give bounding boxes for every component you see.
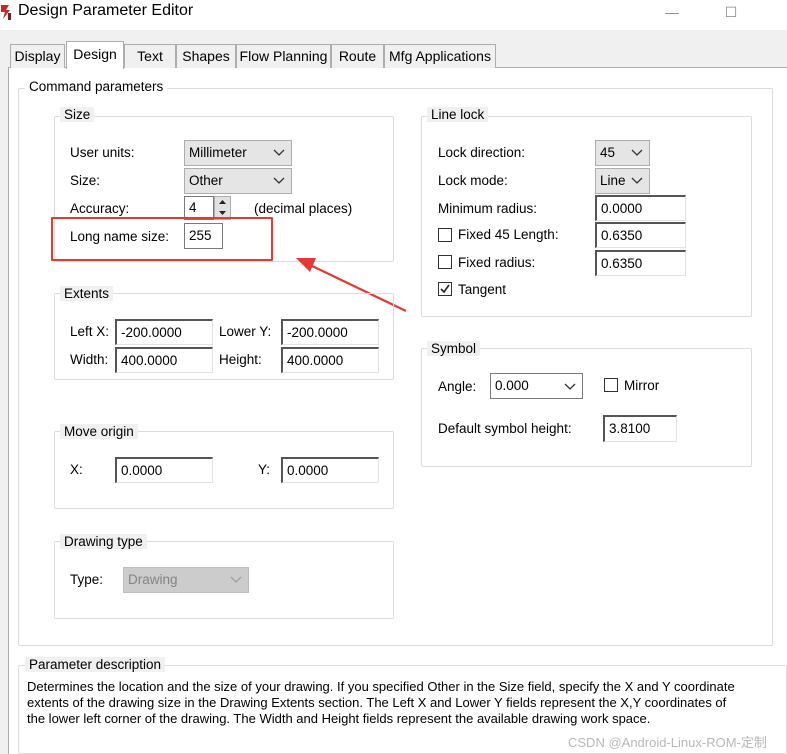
fixed-45-input[interactable]: 0.6350 [595, 222, 686, 248]
lock-mode-value: Line [600, 173, 626, 188]
command-parameters-label: Command parameters [25, 79, 168, 94]
mirror-checkbox[interactable] [604, 378, 618, 392]
tangent-label: Tangent [458, 282, 507, 297]
fixed-45-label: Fixed 45 Length: [458, 227, 559, 242]
tab-mfg-applications[interactable]: Mfg Applications [384, 44, 496, 68]
height-input[interactable]: 400.0000 [281, 347, 379, 373]
extents-group-label: Extents [60, 286, 114, 301]
tab-text[interactable]: Text [124, 44, 176, 68]
description-line: the lower left corner of the drawing. Th… [27, 711, 651, 726]
tab-route[interactable]: Route [331, 44, 384, 68]
angle-value: 0.000 [495, 378, 529, 393]
origin-x-label: X: [70, 462, 83, 477]
tab-design[interactable]: Design [66, 41, 124, 69]
width-input[interactable]: 400.0000 [115, 347, 213, 373]
drawing-type-select: Drawing [123, 567, 249, 593]
symbol-height-label: Default symbol height: [438, 421, 572, 436]
window-title: Design Parameter Editor [18, 2, 194, 19]
accuracy-label: Accuracy: [70, 201, 130, 216]
description-line: extents of the drawing size in the Drawi… [27, 695, 727, 710]
lock-direction-label: Lock direction: [438, 145, 526, 160]
drawing-type-value: Drawing [128, 572, 178, 587]
parameter-description-label: Parameter description [25, 657, 166, 672]
symbol-group [421, 348, 752, 467]
user-units-value: Millimeter [189, 145, 247, 160]
lock-mode-label: Lock mode: [438, 173, 508, 188]
spin-up-icon[interactable] [215, 197, 230, 207]
checkmark-icon [440, 284, 450, 294]
origin-y-input[interactable]: 0.0000 [281, 457, 379, 483]
mirror-label: Mirror [624, 378, 660, 393]
chevron-down-icon [230, 576, 242, 583]
angle-combo[interactable]: 0.000 [490, 373, 583, 399]
fixed-radius-label: Fixed radius: [458, 255, 536, 270]
lower-y-label: Lower Y: [219, 324, 272, 339]
drawing-type-group-label: Drawing type [60, 534, 147, 549]
chevron-down-icon [564, 383, 576, 390]
watermark: CSDN @Android-Linux-ROM-定制 [568, 735, 767, 750]
chevron-down-icon [631, 177, 643, 184]
symbol-group-label: Symbol [427, 341, 481, 356]
accuracy-suffix: (decimal places) [254, 201, 353, 216]
description-line: Determines the location and the size of … [27, 679, 735, 694]
lock-direction-value: 45 [600, 145, 616, 160]
tab-flow-planning[interactable]: Flow Planning [236, 44, 331, 68]
fixed-radius-input[interactable]: 0.6350 [595, 250, 686, 276]
line-lock-group-label: Line lock [427, 107, 489, 122]
angle-label: Angle: [438, 379, 477, 394]
size-group-label: Size [60, 107, 95, 122]
tab-display[interactable]: Display [10, 44, 65, 68]
minimize-button[interactable]: — [652, 2, 692, 24]
size-label: Size: [70, 173, 101, 188]
user-units-label: User units: [70, 145, 135, 160]
origin-x-input[interactable]: 0.0000 [115, 457, 213, 483]
left-x-label: Left X: [70, 324, 110, 339]
symbol-height-input[interactable]: 3.8100 [603, 415, 677, 442]
lower-y-input[interactable]: -200.0000 [281, 319, 379, 345]
size-value: Other [189, 173, 223, 188]
tab-shapes[interactable]: Shapes [176, 44, 236, 68]
chevron-down-icon [273, 149, 285, 156]
chevron-down-icon [631, 149, 643, 156]
size-select[interactable]: Other [184, 168, 292, 194]
height-label: Height: [219, 352, 262, 367]
width-label: Width: [70, 352, 109, 367]
parameter-description-text: Determines the location and the size of … [27, 679, 785, 727]
chevron-down-icon [273, 177, 285, 184]
min-radius-input[interactable]: 0.0000 [595, 195, 686, 221]
min-radius-label: Minimum radius: [438, 201, 538, 216]
move-origin-group-label: Move origin [60, 424, 138, 439]
fixed-radius-checkbox[interactable] [438, 255, 452, 269]
origin-y-label: Y: [258, 462, 271, 477]
highlight-box [51, 217, 273, 261]
user-units-select[interactable]: Millimeter [184, 140, 292, 166]
maximize-button[interactable]: ☐ [711, 2, 751, 24]
fixed-45-checkbox[interactable] [438, 228, 452, 242]
lock-direction-select[interactable]: 45 [595, 140, 650, 166]
app-logo-icon [0, 3, 12, 21]
tangent-checkbox[interactable] [438, 282, 452, 296]
drawing-type-label: Type: [70, 572, 104, 587]
left-x-input[interactable]: -200.0000 [115, 319, 213, 345]
lock-mode-select[interactable]: Line [595, 168, 650, 194]
